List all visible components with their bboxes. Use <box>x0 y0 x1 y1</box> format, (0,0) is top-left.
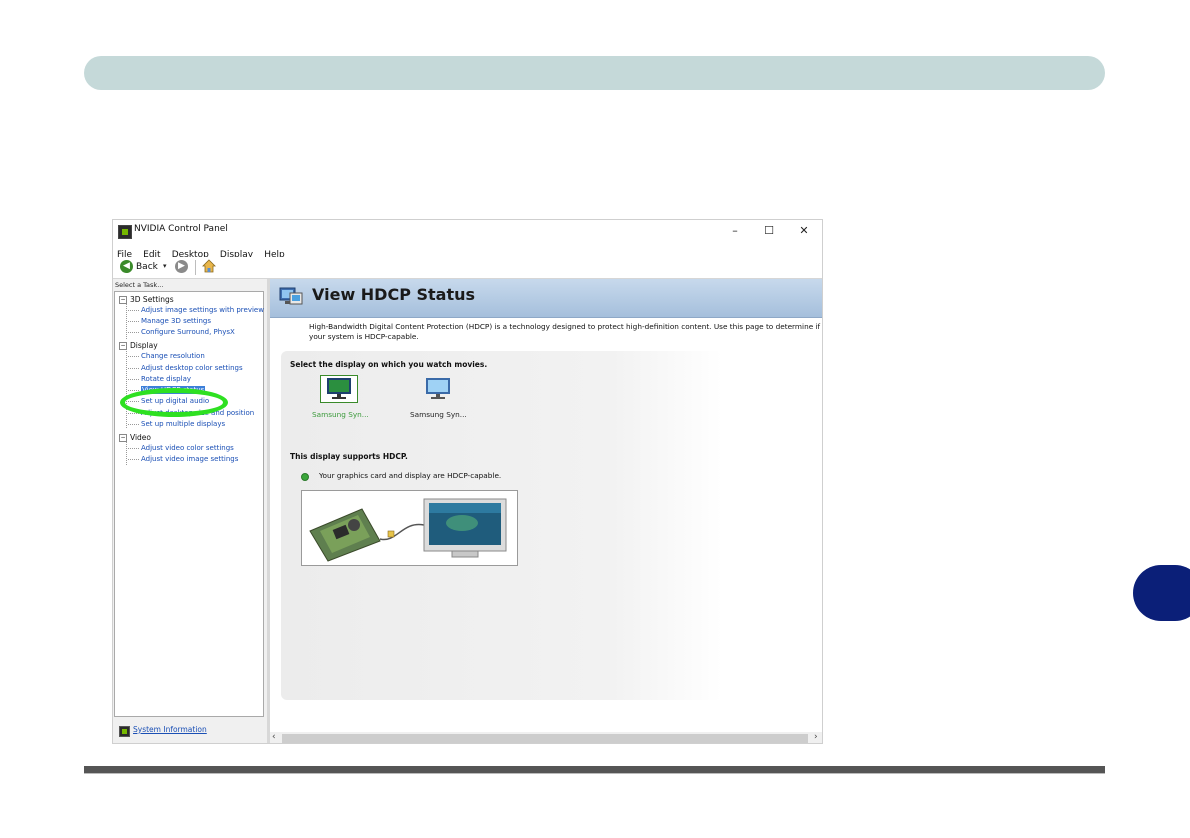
tree-item-adjust-image-settings[interactable]: Adjust image settings with preview <box>128 306 264 314</box>
tree-item-configure-surround[interactable]: Configure Surround, PhysX <box>128 328 235 336</box>
tree-item-set-up-multiple-displays[interactable]: Set up multiple displays <box>127 420 225 428</box>
back-dropdown-icon[interactable]: ▾ <box>163 262 167 270</box>
nvidia-control-panel-window: NVIDIA Control Panel – ☐ ✕ File Edit Des… <box>112 219 823 744</box>
support-heading: This display supports HDCP. <box>290 452 408 461</box>
back-button[interactable]: Back <box>136 262 158 272</box>
support-status-text: Your graphics card and display are HDCP-… <box>319 471 502 480</box>
page-header: View HDCP Status <box>270 279 822 318</box>
page-title: View HDCP Status <box>312 285 476 304</box>
chapter-tab <box>1133 565 1190 621</box>
forward-arrow-icon[interactable]: ▶ <box>175 260 188 273</box>
hdcp-page-icon <box>279 287 303 305</box>
collapse-icon[interactable]: − <box>119 296 127 304</box>
tree-connector <box>126 440 128 465</box>
scroll-left-icon[interactable]: ‹ <box>272 732 276 742</box>
close-button[interactable]: ✕ <box>796 223 812 239</box>
tree-category-video[interactable]: − Video <box>119 433 151 442</box>
display-1-label[interactable]: Samsung Syn... <box>312 410 369 419</box>
content-panel: View HDCP Status High-Bandwidth Digital … <box>270 279 822 743</box>
collapse-icon[interactable]: − <box>119 434 127 442</box>
collapse-icon[interactable]: − <box>119 342 127 350</box>
title-bar: NVIDIA Control Panel – ☐ ✕ <box>113 220 822 242</box>
page-description: High-Bandwidth Digital Content Protectio… <box>309 322 821 341</box>
horizontal-scrollbar[interactable]: ‹ › <box>270 732 822 743</box>
menu-bar: File Edit Desktop Display Help <box>113 242 822 260</box>
hdcp-illustration <box>301 490 518 566</box>
maximize-button[interactable]: ☐ <box>761 223 777 239</box>
tree-connector <box>126 348 128 428</box>
select-task-label: Select a Task... <box>115 281 164 289</box>
monitor-icon-selected[interactable] <box>320 375 358 403</box>
scroll-right-icon[interactable]: › <box>814 732 818 742</box>
task-panel: Select a Task... −3D Settings Adjust ima… <box>113 279 267 743</box>
toolbar-separator <box>195 260 196 275</box>
monitor-icon[interactable] <box>419 375 457 403</box>
minimize-button[interactable]: – <box>727 223 743 239</box>
tree-item-manage-3d-settings[interactable]: Manage 3D settings <box>127 317 211 325</box>
status-ok-icon <box>301 473 309 481</box>
nvidia-app-icon <box>118 225 132 239</box>
tree-category-display[interactable]: − Display <box>119 341 158 350</box>
page-header-band <box>84 56 1105 90</box>
tree-item-adjust-desktop-color[interactable]: Adjust desktop color settings <box>128 364 243 372</box>
back-arrow-icon[interactable]: ◀ <box>120 260 133 273</box>
task-tree: −3D Settings Adjust image settings with … <box>114 291 264 717</box>
footer-rule-thin <box>84 773 1105 774</box>
system-information-link[interactable]: System Information <box>133 725 207 734</box>
tree-item-change-resolution[interactable]: Change resolution <box>128 352 205 360</box>
tree-item-adjust-video-color[interactable]: Adjust video color settings <box>128 444 234 452</box>
system-info-icon <box>119 726 130 737</box>
tree-category-3d-settings[interactable]: −3D Settings <box>119 295 174 304</box>
window-title: NVIDIA Control Panel <box>134 224 228 234</box>
select-display-label: Select the display on which you watch mo… <box>290 360 488 369</box>
tree-item-rotate-display[interactable]: Rotate display <box>128 375 191 383</box>
display-2-label[interactable]: Samsung Syn... <box>410 410 467 419</box>
toolbar: ◀ Back ▾ ▶ <box>113 257 822 279</box>
tree-item-adjust-video-image[interactable]: Adjust video image settings <box>127 455 238 463</box>
highlight-annotation <box>120 388 228 417</box>
scrollbar-thumb[interactable] <box>282 734 808 743</box>
home-icon[interactable] <box>202 259 216 273</box>
footer-rule <box>84 766 1105 773</box>
